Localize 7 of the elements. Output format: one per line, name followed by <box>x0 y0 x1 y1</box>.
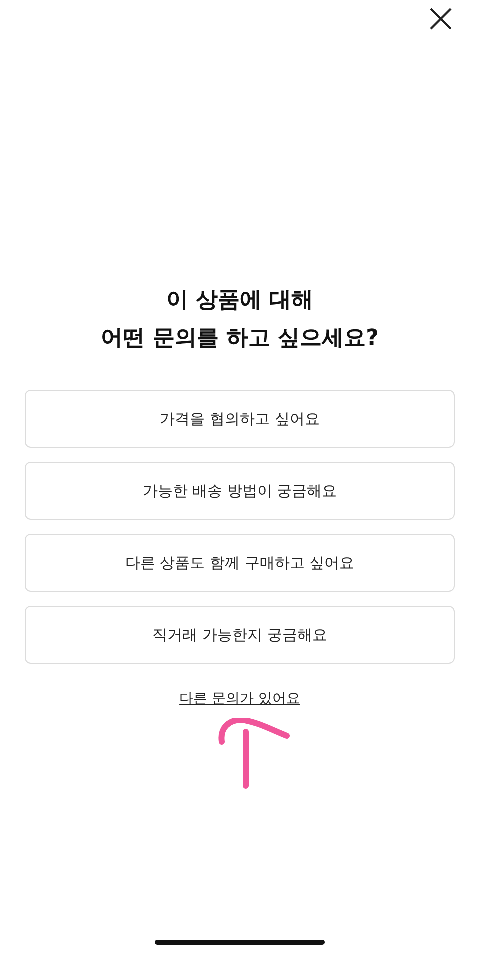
question-title: 이 상품에 대해 어떤 문의를 하고 싶으세요? <box>101 287 379 353</box>
inquiry-option[interactable]: 가능한 배송 방법이 궁금해요 <box>25 462 455 520</box>
close-icon <box>429 7 453 31</box>
inquiry-option[interactable]: 가격을 협의하고 싶어요 <box>25 390 455 448</box>
inquiry-option[interactable]: 다른 상품도 함께 구매하고 싶어요 <box>25 534 455 592</box>
inquiry-option[interactable]: 직거래 가능한지 궁금해요 <box>25 606 455 664</box>
other-inquiry-link[interactable]: 다른 문의가 있어요 <box>180 690 300 708</box>
